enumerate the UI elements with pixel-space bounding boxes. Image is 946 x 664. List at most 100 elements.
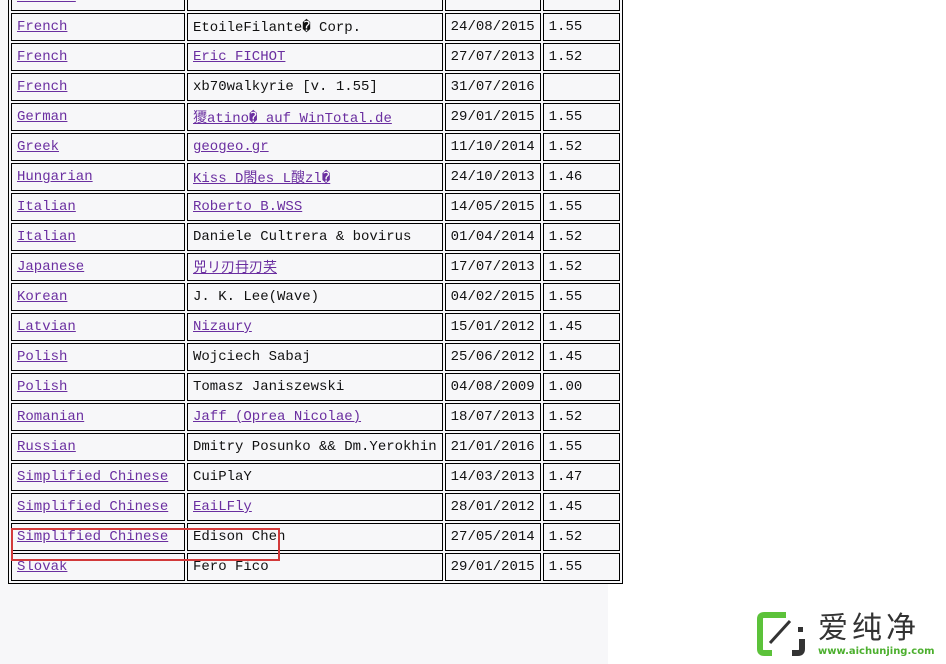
language-cell: Simplified Chinese <box>11 523 185 551</box>
date-cell: 14/03/2013 <box>444 463 541 491</box>
version-cell: 1.45 <box>542 493 620 521</box>
translator-cell: J. K. Lee(Wave) <box>187 283 443 311</box>
date-text: 24/10/2013 <box>450 169 535 185</box>
language-link[interactable]: Simplified Chinese <box>17 499 168 515</box>
watermark-logo: 爱纯净 www.aichunjing.com <box>746 604 946 664</box>
version-cell: 1.45 <box>542 343 620 371</box>
translator-link[interactable]: Nizaury <box>193 319 252 335</box>
date-cell: 24/08/2015 <box>444 13 541 41</box>
translator-text: Edison Chen <box>193 529 286 545</box>
table-row: French xb70walkyrie [v. 1.55] 31/07/2016 <box>11 73 620 101</box>
language-link[interactable]: Simplified Chinese <box>17 529 168 545</box>
version-cell: 1.55 <box>542 193 620 221</box>
language-cell: French <box>11 73 185 101</box>
version-text: 1.55 <box>548 199 583 215</box>
date-cell: 15/01/2012 <box>444 313 541 341</box>
date-text: 04/02/2015 <box>450 289 535 305</box>
version-cell: 1.52 <box>542 523 620 551</box>
language-link[interactable]: Polish <box>17 349 67 365</box>
language-link[interactable]: French <box>17 49 67 65</box>
language-cell: Japanese <box>11 253 185 281</box>
table-row: Slovak Fero Fico 29/01/2015 1.55 <box>11 553 620 581</box>
translator-link[interactable]: Kiss D閤es L醙zl� <box>193 171 330 187</box>
version-text: 1.55 <box>548 559 583 575</box>
language-link[interactable]: Simplified Chinese <box>17 469 168 485</box>
table-row: Simplified Chinese CuiPlaY 14/03/2013 1.47 <box>11 463 620 491</box>
version-text: 1.52 <box>548 259 583 275</box>
translator-text: Wojciech Sabaj <box>193 349 311 365</box>
date-cell: 28/01/2012 <box>444 493 541 521</box>
language-link[interactable]: Latvian <box>17 319 76 335</box>
translator-cell: 獿atino� auf WinTotal.de <box>187 103 443 131</box>
date-text: 15/01/2012 <box>450 319 535 335</box>
language-link[interactable]: Russian <box>17 439 76 455</box>
language-cell: Finnish <box>11 0 185 11</box>
language-link[interactable]: Japanese <box>17 259 84 275</box>
language-link[interactable]: Polish <box>17 379 67 395</box>
language-link[interactable]: French <box>17 79 67 95</box>
language-cell: Simplified Chinese <box>11 463 185 491</box>
translator-link[interactable]: EaiLFly <box>193 499 252 515</box>
translator-cell: geogeo.gr <box>187 133 443 161</box>
translator-text: Fero Fico <box>193 559 269 575</box>
language-cell: Latvian <box>11 313 185 341</box>
language-cell: Polish <box>11 373 185 401</box>
language-link[interactable]: German <box>17 109 67 125</box>
date-cell: 27/05/2014 <box>444 523 541 551</box>
language-cell: Polish <box>11 343 185 371</box>
version-cell: 1.00 <box>542 373 620 401</box>
translator-link[interactable]: geogeo.gr <box>193 139 269 155</box>
language-link[interactable]: Hungarian <box>17 169 93 185</box>
language-cell: Russian <box>11 433 185 461</box>
translator-link[interactable]: 獿atino� auf WinTotal.de <box>193 111 392 127</box>
date-cell: 29/01/2015 <box>444 553 541 581</box>
translator-cell: Eric FICHOT <box>187 43 443 71</box>
table-row: French Eric FICHOT 27/07/2013 1.52 <box>11 43 620 71</box>
table-row: French EtoileFilante� Corp. 24/08/2015 1.55 <box>11 13 620 41</box>
translator-link[interactable]: 兕リ刃冄刃芺 <box>193 261 277 277</box>
version-text: 1.55 <box>548 109 583 125</box>
translator-link[interactable]: Roberto B.WSS <box>193 199 302 215</box>
language-cell: Italian <box>11 193 185 221</box>
language-cell: Simplified Chinese <box>11 493 185 521</box>
translator-cell: Fero Fico <box>187 553 443 581</box>
version-text: 1.52 <box>548 49 583 65</box>
version-text: 1.47 <box>548 469 583 485</box>
date-text: 17/07/2013 <box>450 259 535 275</box>
table-row: Italian Roberto B.WSS 14/05/2015 1.55 <box>11 193 620 221</box>
table-row: Simplified Chinese EaiLFly 28/01/2012 1.45 <box>11 493 620 521</box>
translator-link[interactable]: Jaff (Oprea Nicolae) <box>193 409 361 425</box>
version-cell: 1.55 <box>542 283 620 311</box>
date-cell: 04/02/2015 <box>444 283 541 311</box>
version-cell: 1.45 <box>542 313 620 341</box>
language-link[interactable]: Italian <box>17 199 76 215</box>
language-cell: French <box>11 13 185 41</box>
table-row: Russian Dmitry Posunko && Dm.Yerokhin 21/0… <box>11 433 620 461</box>
language-link[interactable]: Korean <box>17 289 67 305</box>
translator-text: xb70walkyrie [v. 1.55] <box>193 79 378 95</box>
language-cell: Greek <box>11 133 185 161</box>
version-text: 1.52 <box>548 529 583 545</box>
language-link[interactable]: Slovak <box>17 559 67 575</box>
translator-cell: CuiPlaY <box>187 463 443 491</box>
translator-cell: Tomasz Janiszewski <box>187 373 443 401</box>
language-link[interactable]: French <box>17 19 67 35</box>
version-text: 1.52 <box>548 229 583 245</box>
date-cell: 18/07/2013 <box>444 403 541 431</box>
language-link[interactable]: Italian <box>17 229 76 245</box>
translator-link[interactable]: Eric FICHOT <box>193 49 285 65</box>
translator-text: J.Kintec <box>193 0 260 5</box>
version-text: 1.00 <box>548 379 583 395</box>
language-link[interactable]: Greek <box>17 139 59 155</box>
version-cell: 1.30 <box>542 0 620 11</box>
language-link[interactable]: Romanian <box>17 409 84 425</box>
table-row: Romanian Jaff (Oprea Nicolae) 18/07/2013 1.… <box>11 403 620 431</box>
table-row: Hungarian Kiss D閤es L醙zl� 24/10/2013 1.46 <box>11 163 620 191</box>
version-text: 1.30 <box>549 0 583 5</box>
logo-icon <box>756 611 806 657</box>
translator-cell: xb70walkyrie [v. 1.55] <box>187 73 443 101</box>
translator-cell: Daniele Cultrera & bovirus <box>187 223 443 251</box>
date-cell: 29/01/2015 <box>444 103 541 131</box>
language-link[interactable]: Finnish <box>17 0 76 5</box>
version-cell: 1.52 <box>542 253 620 281</box>
